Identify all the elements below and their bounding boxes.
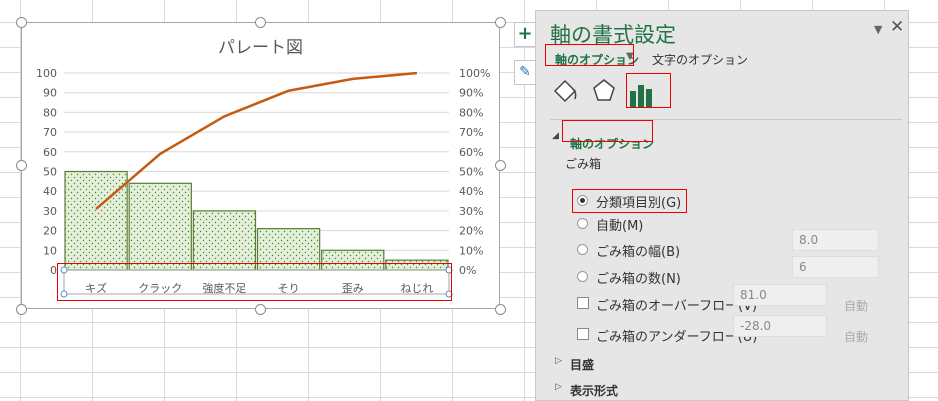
y-tick-label: 80 — [43, 106, 57, 119]
y2-tick-label: 10% — [459, 244, 483, 257]
overflow-input[interactable]: 81.0 — [733, 284, 827, 306]
bar — [64, 170, 128, 271]
chart-area[interactable]: パレート図 0 0% 10 10% 20 20% 30 30% 40 40% 50 50% 60 60% 7… — [21, 22, 500, 309]
y-tick-label: 50 — [43, 166, 57, 179]
y2-tick-label: 0% — [459, 264, 476, 277]
resize-handle[interactable] — [495, 160, 506, 171]
resize-handle[interactable] — [495, 17, 506, 28]
y-tick-label: 30 — [43, 205, 57, 218]
resize-handle[interactable] — [16, 304, 27, 315]
resize-handle[interactable] — [255, 304, 266, 315]
chart-styles-brush-icon[interactable]: ✎ — [514, 60, 536, 85]
y-tick-label: 70 — [43, 126, 57, 139]
underflow-auto-button[interactable]: 自動 — [844, 328, 868, 345]
tab-highlight — [545, 44, 634, 66]
format-axis-pane: 軸の書式設定 ▼ ✕ 軸のオプション ▼ 文字のオプション ◢ 軸のオプション … — [535, 10, 909, 401]
effects-pentagon-icon[interactable] — [591, 77, 617, 105]
underflow-checkbox[interactable] — [577, 328, 589, 340]
y2-tick-label: 20% — [459, 225, 483, 238]
radio-bin-count[interactable] — [577, 271, 588, 282]
radio-auto[interactable] — [577, 218, 588, 229]
underflow-input[interactable]: -28.0 — [733, 315, 827, 337]
option-highlight — [572, 189, 687, 213]
radio-bin-width[interactable] — [577, 244, 588, 255]
y-tick-label: 90 — [43, 87, 57, 100]
resize-handle[interactable] — [16, 160, 27, 171]
resize-handle[interactable] — [16, 17, 27, 28]
option-label: 自動(M) — [596, 219, 644, 234]
pane-options-dropdown-icon[interactable]: ▼ — [874, 23, 882, 36]
axis-highlight — [57, 263, 452, 301]
y2-tick-label: 100% — [459, 67, 490, 80]
expand-triangle-icon[interactable]: ▷ — [555, 356, 562, 366]
y2-tick-label: 40% — [459, 185, 483, 198]
y2-tick-label: 60% — [459, 146, 483, 159]
overflow-auto-button[interactable]: 自動 — [844, 297, 868, 314]
collapse-triangle-icon[interactable]: ◢ — [552, 131, 559, 141]
bar — [192, 210, 257, 271]
resize-handle[interactable] — [495, 304, 506, 315]
y2-tick-label: 50% — [459, 166, 483, 179]
y2-tick-label: 90% — [459, 87, 483, 100]
bin-count-input[interactable]: 6 — [792, 256, 879, 278]
bar — [128, 182, 192, 271]
y-tick-label: 0 — [50, 264, 57, 277]
y2-tick-label: 30% — [459, 205, 483, 218]
y2-tick-label: 70% — [459, 126, 483, 139]
icon-highlight — [626, 73, 671, 108]
expand-triangle-icon[interactable]: ▷ — [555, 382, 562, 392]
section-highlight — [562, 120, 653, 142]
y-tick-label: 10 — [43, 244, 57, 257]
bin-width-input[interactable]: 8.0 — [792, 229, 879, 251]
y-tick-label: 60 — [43, 146, 57, 159]
chart-elements-plus-icon[interactable]: + — [514, 22, 536, 47]
option-label: ごみ箱の数(N) — [596, 272, 681, 287]
overflow-checkbox[interactable] — [577, 297, 589, 309]
bins-label: ごみ箱 — [565, 157, 602, 171]
y-tick-label: 100 — [36, 67, 57, 80]
y-tick-label: 20 — [43, 225, 57, 238]
section-number-format[interactable]: 表示形式 — [570, 382, 618, 399]
option-label: ごみ箱の幅(B) — [596, 245, 681, 260]
y2-tick-label: 80% — [459, 106, 483, 119]
y-tick-label: 40 — [43, 185, 57, 198]
section-tick-marks[interactable]: 目盛 — [570, 356, 594, 373]
fill-line-icon[interactable] — [551, 77, 579, 105]
tab-text-options[interactable]: 文字のオプション — [652, 51, 748, 68]
close-icon[interactable]: ✕ — [890, 17, 904, 37]
resize-handle[interactable] — [255, 17, 266, 28]
